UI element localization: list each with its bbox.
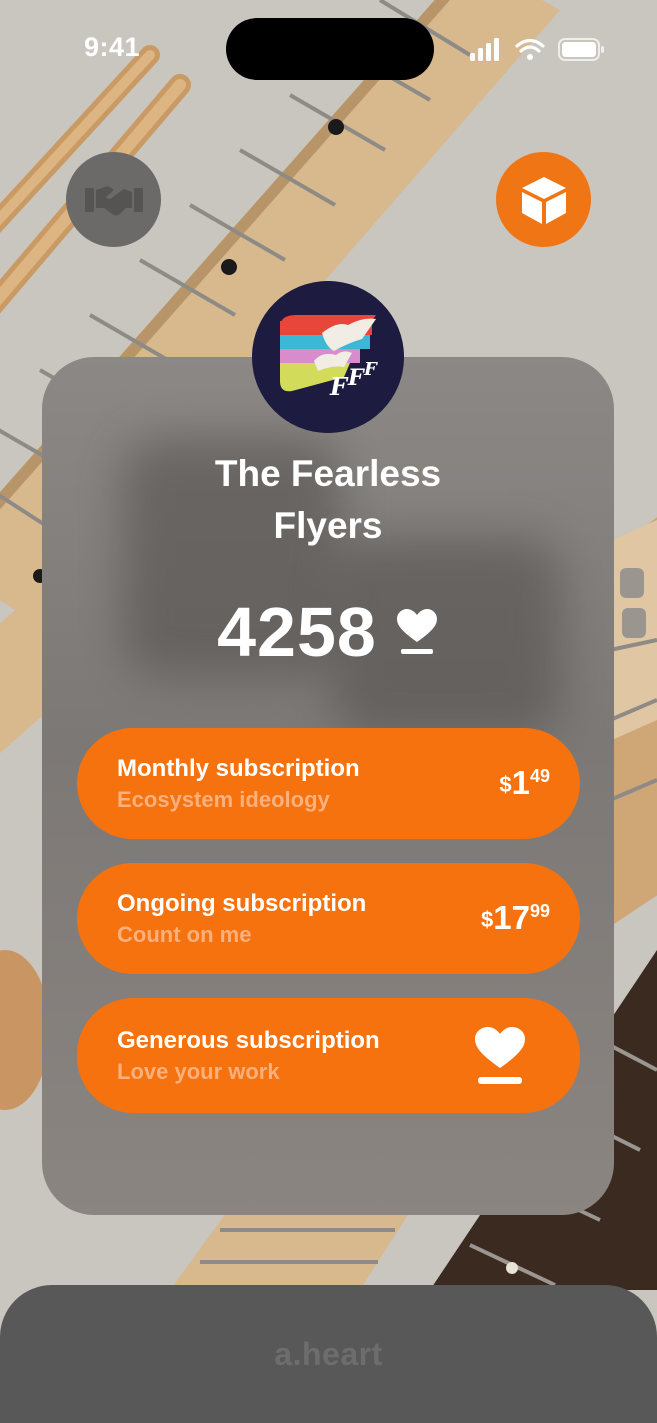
- svg-text:F: F: [363, 359, 378, 380]
- subscription-subtitle: Ecosystem ideology: [117, 787, 330, 812]
- svg-text:F: F: [329, 372, 349, 401]
- box-icon: [521, 176, 566, 224]
- subscription-generous[interactable]: Generous subscription Love your work: [77, 998, 580, 1113]
- heart-icon: [475, 1027, 525, 1084]
- partner-button[interactable]: [66, 152, 161, 247]
- svg-text:F: F: [347, 365, 365, 391]
- heart-icon: [396, 609, 437, 654]
- subscription-ongoing[interactable]: Ongoing subscription Count on me $ 17 99: [77, 863, 580, 974]
- cellular-signal-icon: [470, 38, 499, 61]
- subscription-price: $ 1 49: [499, 764, 550, 802]
- price-currency: $: [499, 772, 512, 797]
- brand-logo-text[interactable]: a.heart: [0, 1336, 657, 1373]
- fearless-flyers-logo: F F F: [252, 281, 404, 433]
- subscription-title: Ongoing subscription: [117, 890, 367, 917]
- price-dollars: 17: [493, 899, 530, 936]
- subscription-subtitle: Love your work: [117, 1059, 280, 1084]
- dynamic-island: [226, 18, 434, 80]
- creator-avatar[interactable]: F F F: [252, 281, 404, 433]
- price-cents: 99: [529, 901, 550, 921]
- battery-icon: [558, 38, 604, 61]
- price-currency: $: [481, 907, 494, 932]
- heart-count: 4258: [217, 593, 377, 671]
- wifi-icon: [515, 38, 545, 60]
- status-icons: [470, 38, 604, 61]
- creator-name: The Fearless Flyers: [42, 448, 614, 552]
- subscription-subtitle: Count on me: [117, 922, 252, 947]
- subscription-title: Generous subscription: [117, 1027, 380, 1054]
- creator-name-line2: Flyers: [273, 505, 383, 546]
- subscription-price: $ 17 99: [481, 899, 550, 937]
- subscription-monthly[interactable]: Monthly subscription Ecosystem ideology …: [77, 728, 580, 839]
- handshake-icon: [84, 185, 143, 215]
- subscription-title: Monthly subscription: [117, 755, 360, 782]
- status-bar: 9:41: [0, 0, 657, 100]
- status-time: 9:41: [84, 32, 141, 62]
- box-button[interactable]: [496, 152, 591, 247]
- price-dollars: 1: [511, 764, 530, 801]
- heart-count-row: 4258: [42, 592, 614, 672]
- price-cents: 49: [529, 766, 550, 786]
- creator-name-line1: The Fearless: [214, 453, 442, 494]
